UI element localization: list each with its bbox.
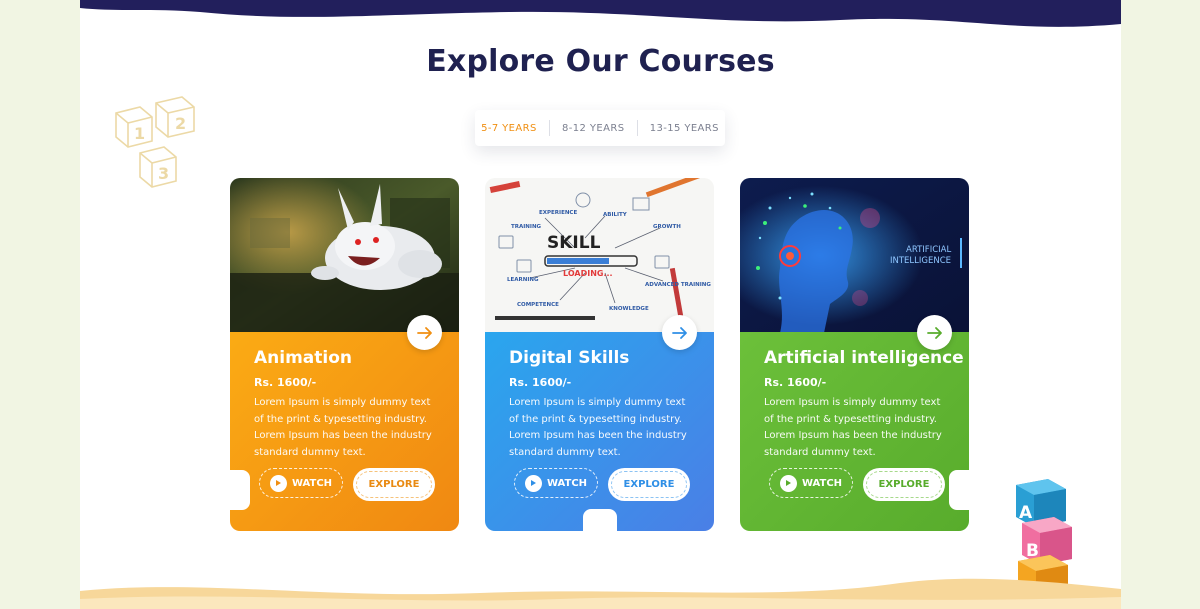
image-word-advanced-training: ADVANCED TRAINING — [645, 282, 711, 288]
explore-label: EXPLORE — [878, 479, 930, 490]
explore-button[interactable]: EXPLORE — [608, 468, 690, 501]
tab-5-7-years[interactable]: 5-7 YEARS — [481, 123, 537, 134]
section-title: Explore Our Courses — [416, 44, 785, 79]
block-number-1: 1 — [134, 124, 145, 143]
card-notch — [230, 470, 250, 510]
watch-button[interactable]: WATCH — [514, 468, 598, 498]
arrow-right-icon — [671, 326, 687, 339]
image-word-experience: EXPERIENCE — [539, 210, 577, 216]
block-letter-b: B — [1026, 541, 1039, 561]
block-letter-a: A — [1019, 503, 1033, 523]
number-blocks-decoration: 1 2 3 — [115, 96, 195, 188]
arrow-right-icon — [926, 326, 942, 339]
course-card-artificial-intelligence: ARTIFICIAL INTELLIGENCE Artificial intel… — [740, 178, 969, 531]
course-title: Artificial intelligence — [764, 348, 964, 368]
age-tab-bar: 5-7 YEARS 8-12 YEARS 13-15 YEARS — [475, 110, 725, 146]
top-wave-decoration — [80, 0, 1121, 27]
courses-section: Explore Our Courses 1 2 3 5-7 YEARS 8-12… — [80, 0, 1121, 609]
course-arrow-button[interactable] — [407, 315, 442, 350]
tab-13-15-years[interactable]: 13-15 YEARS — [650, 123, 719, 134]
watch-label: WATCH — [291, 477, 333, 489]
course-image-digital-skills: SKILL LOADING... EXPERIENCE ABILITY TRAI… — [485, 178, 714, 333]
explore-button[interactable]: EXPLORE — [353, 468, 435, 501]
course-description: Lorem Ipsum is simply dummy text of the … — [509, 397, 687, 458]
image-loading-text: LOADING... — [563, 269, 613, 278]
explore-label: EXPLORE — [368, 479, 420, 490]
play-icon — [269, 474, 287, 492]
section-title-text: Explore Our Courses — [426, 44, 775, 79]
course-title: Digital Skills — [509, 348, 630, 368]
bottom-wave-decoration — [80, 578, 1121, 609]
play-icon — [779, 474, 797, 492]
watch-button[interactable]: WATCH — [769, 468, 853, 498]
play-icon — [524, 474, 542, 492]
watch-button[interactable]: WATCH — [259, 468, 343, 498]
watch-label: WATCH — [801, 477, 843, 489]
section-title-wrap: Explore Our Courses — [80, 44, 1121, 79]
block-number-3: 3 — [158, 164, 169, 183]
tab-divider — [636, 120, 638, 136]
image-word-training: TRAINING — [511, 224, 542, 230]
watch-label: WATCH — [546, 477, 588, 489]
arrow-right-icon — [416, 326, 432, 339]
course-description: Lorem Ipsum is simply dummy text of the … — [764, 397, 942, 458]
course-card-animation: Animation Rs. 1600/- Lorem Ipsum is simp… — [230, 178, 459, 531]
course-price: Rs. 1600/- — [764, 376, 827, 389]
course-image-animation — [230, 178, 459, 333]
course-price: Rs. 1600/- — [509, 376, 572, 389]
course-price: Rs. 1600/- — [254, 376, 317, 389]
image-word-knowledge: KNOWLEDGE — [609, 306, 649, 312]
course-arrow-button[interactable] — [662, 315, 697, 350]
course-description: Lorem Ipsum is simply dummy text of the … — [254, 397, 432, 458]
explore-label: EXPLORE — [623, 479, 675, 490]
course-image-artificial-intelligence: ARTIFICIAL INTELLIGENCE — [740, 178, 969, 333]
course-arrow-button[interactable] — [917, 315, 952, 350]
explore-button[interactable]: EXPLORE — [863, 468, 945, 501]
image-ai-line1: ARTIFICIAL — [906, 245, 951, 255]
card-notch — [949, 470, 969, 510]
card-notch — [583, 509, 617, 531]
block-number-2: 2 — [175, 114, 186, 133]
course-title: Animation — [254, 348, 353, 368]
tab-8-12-years[interactable]: 8-12 YEARS — [562, 123, 624, 134]
image-word-competence: COMPETENCE — [517, 302, 559, 308]
image-word-ability: ABILITY — [603, 212, 628, 218]
image-skill-text: SKILL — [547, 233, 601, 253]
image-word-growth: GROWTH — [653, 224, 681, 230]
course-card-digital-skills: SKILL LOADING... EXPERIENCE ABILITY TRAI… — [485, 178, 714, 531]
tab-divider — [548, 120, 550, 136]
image-ai-line2: INTELLIGENCE — [890, 256, 951, 266]
image-word-learning: LEARNING — [507, 277, 539, 283]
